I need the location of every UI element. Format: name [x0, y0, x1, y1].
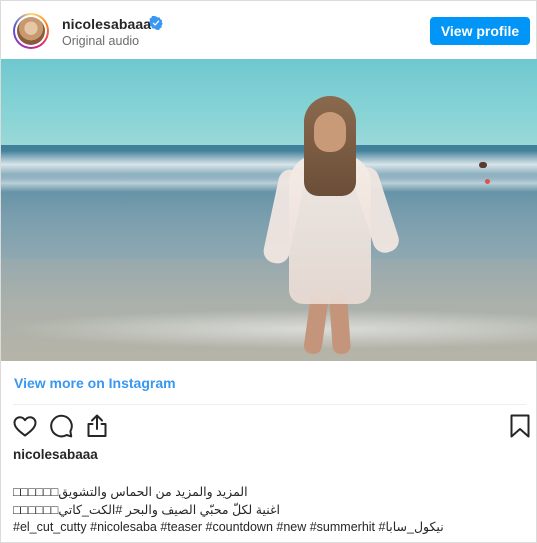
view-more-link[interactable]: View more on Instagram [14, 375, 176, 391]
audio-label[interactable]: Original audio [62, 34, 139, 48]
video-sky [1, 59, 537, 145]
action-bar [1, 409, 536, 443]
divider [13, 404, 526, 405]
comment-icon[interactable] [47, 412, 75, 440]
caption-hashtags[interactable]: #el_cut_cutty #nicolesaba #teaser #count… [13, 518, 526, 536]
avatar-frame [15, 15, 47, 47]
caption-line: □□□□□□المزيد والمزيد من الحماس والتشويق [13, 485, 248, 499]
video-foam [1, 309, 537, 349]
caption-line: □□□□□□اغنية لكلّ محبّي الصيف والبحر #الك… [13, 503, 280, 517]
video-person [261, 94, 402, 359]
post-header: nicolesabaaa Original audio View profile [1, 1, 536, 59]
caption-username[interactable]: nicolesabaaa [13, 447, 98, 462]
avatar[interactable] [13, 13, 49, 49]
video-swimmer [479, 162, 487, 168]
view-profile-button[interactable]: View profile [430, 17, 530, 45]
header-username[interactable]: nicolesabaaa [62, 16, 151, 32]
post-video[interactable] [1, 59, 537, 361]
bookmark-icon[interactable] [506, 412, 534, 440]
share-icon[interactable] [83, 412, 111, 440]
verified-badge-icon [149, 16, 163, 30]
avatar-image [17, 17, 45, 45]
person-face [314, 112, 346, 152]
heart-icon[interactable] [11, 412, 39, 440]
instagram-embed: nicolesabaaa Original audio View profile… [0, 0, 537, 543]
video-buoy [485, 179, 490, 184]
video-wave [1, 174, 537, 192]
